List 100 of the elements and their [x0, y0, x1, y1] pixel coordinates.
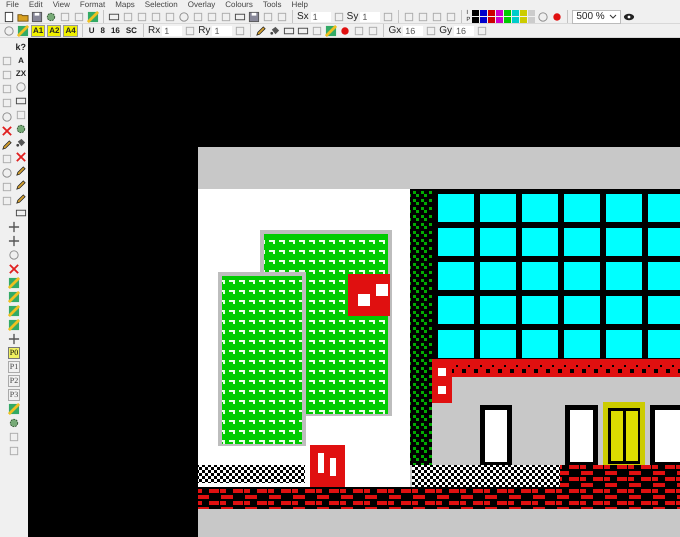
square-icon[interactable]: [8, 445, 20, 457]
swatch-icon[interactable]: [17, 24, 29, 36]
dot-icon[interactable]: [339, 24, 352, 36]
ink-swatch[interactable]: [512, 10, 520, 16]
square-icon[interactable]: [367, 24, 380, 36]
gy-field[interactable]: 16: [454, 26, 474, 36]
ink-swatch[interactable]: [480, 10, 488, 16]
cross-icon[interactable]: [15, 151, 27, 163]
square-icon[interactable]: [431, 10, 444, 22]
ink-swatch[interactable]: [520, 10, 528, 16]
attribute-button[interactable]: A2: [47, 24, 62, 36]
square-icon[interactable]: [1, 55, 13, 67]
mode-button[interactable]: SC: [124, 26, 139, 36]
menu-item[interactable]: Format: [80, 0, 106, 10]
ink-swatch[interactable]: [496, 10, 504, 16]
cross-icon[interactable]: [1, 125, 13, 137]
move-icon[interactable]: [8, 235, 20, 247]
circle-icon[interactable]: [1, 111, 13, 123]
attribute-button[interactable]: A1: [31, 24, 46, 36]
pencil-icon[interactable]: [1, 139, 13, 151]
pencil-icon[interactable]: [15, 193, 27, 205]
menu-item[interactable]: Colours: [225, 0, 253, 10]
pencil-icon[interactable]: [15, 165, 27, 177]
new-page-icon[interactable]: [3, 10, 15, 22]
paper-swatch[interactable]: [504, 17, 512, 23]
menu-item[interactable]: Selection: [144, 0, 178, 10]
square-icon[interactable]: [1, 69, 13, 81]
paint-bucket-icon[interactable]: [269, 24, 282, 36]
square-icon[interactable]: [136, 10, 148, 22]
swatch-icon[interactable]: [325, 24, 338, 36]
square-icon[interactable]: [425, 24, 438, 36]
dot-icon[interactable]: [551, 10, 564, 22]
circle-icon[interactable]: [8, 249, 20, 261]
square-icon[interactable]: [353, 24, 366, 36]
paper-swatch[interactable]: [480, 17, 488, 23]
rectangle-icon[interactable]: [15, 207, 27, 219]
paper-swatch[interactable]: [472, 17, 480, 23]
pencil-icon[interactable]: [15, 179, 27, 191]
text-tool-button[interactable]: ZX: [16, 68, 26, 79]
paper-swatch[interactable]: [496, 17, 504, 23]
menu-item[interactable]: Tools: [262, 0, 282, 10]
menu-item[interactable]: Overlay: [188, 0, 216, 10]
square-icon[interactable]: [164, 10, 176, 22]
square-icon[interactable]: [403, 10, 416, 22]
square-icon[interactable]: [150, 10, 162, 22]
menu-item[interactable]: Edit: [28, 0, 43, 10]
circle-icon[interactable]: [537, 10, 550, 22]
menu-item[interactable]: Help: [292, 0, 308, 10]
attribute-button[interactable]: A4: [63, 24, 78, 36]
cross-icon[interactable]: [8, 263, 20, 275]
square-icon[interactable]: [192, 10, 204, 22]
plane-button[interactable]: P0: [8, 347, 20, 359]
swatch-icon[interactable]: [87, 10, 99, 22]
swatch-icon[interactable]: [8, 291, 20, 303]
plane-button[interactable]: P3: [8, 389, 20, 401]
square-icon[interactable]: [206, 10, 218, 22]
sx-label: Sx: [297, 11, 309, 22]
sx-field[interactable]: 1: [310, 12, 331, 22]
paint-bucket-icon[interactable]: [15, 137, 27, 149]
paper-swatch[interactable]: [520, 17, 528, 23]
square-icon[interactable]: [184, 24, 196, 36]
mode-button[interactable]: U: [86, 26, 96, 36]
swatch-icon[interactable]: [8, 305, 20, 317]
square-icon[interactable]: [73, 10, 85, 22]
move-icon[interactable]: [8, 221, 20, 233]
menu-item[interactable]: Maps: [115, 0, 135, 10]
plane-button[interactable]: P1: [8, 361, 20, 373]
menu-item[interactable]: View: [52, 0, 70, 10]
paper-swatch[interactable]: [528, 17, 536, 23]
paper-swatch[interactable]: [488, 17, 496, 23]
caret-icon: [608, 14, 617, 19]
rectangle-icon[interactable]: [15, 95, 27, 107]
ink-swatch[interactable]: [488, 10, 496, 16]
sy-label: Sy: [346, 11, 358, 22]
ink-swatch[interactable]: [528, 10, 536, 16]
swatch-icon[interactable]: [8, 319, 20, 331]
paper-swatch[interactable]: [512, 17, 520, 23]
square-icon[interactable]: [417, 10, 430, 22]
circle-icon[interactable]: [178, 10, 190, 22]
square-icon[interactable]: [382, 10, 394, 22]
menu-item[interactable]: File: [6, 0, 19, 10]
rx-label: Rx: [148, 25, 160, 36]
gx-field[interactable]: 16: [403, 26, 424, 36]
help-button[interactable]: k?: [15, 42, 26, 53]
mode-button[interactable]: 16: [108, 26, 122, 36]
move-icon[interactable]: [8, 333, 20, 345]
zoom-dropdown[interactable]: 500 %: [572, 10, 621, 24]
mode-button[interactable]: 8: [98, 26, 107, 36]
square-icon[interactable]: [332, 10, 345, 22]
sy-field[interactable]: 1: [360, 12, 380, 22]
ry-label: Ry: [198, 25, 210, 36]
ink-swatch[interactable]: [504, 10, 512, 16]
text-tool-button[interactable]: A: [18, 55, 24, 66]
ry-field[interactable]: 1: [212, 26, 232, 36]
ink-swatch[interactable]: [472, 10, 480, 16]
swatch-icon[interactable]: [8, 403, 20, 415]
swatch-icon[interactable]: [8, 277, 20, 289]
plane-button[interactable]: P2: [8, 375, 20, 387]
square-icon[interactable]: [445, 10, 458, 22]
rx-field[interactable]: 1: [162, 26, 182, 36]
